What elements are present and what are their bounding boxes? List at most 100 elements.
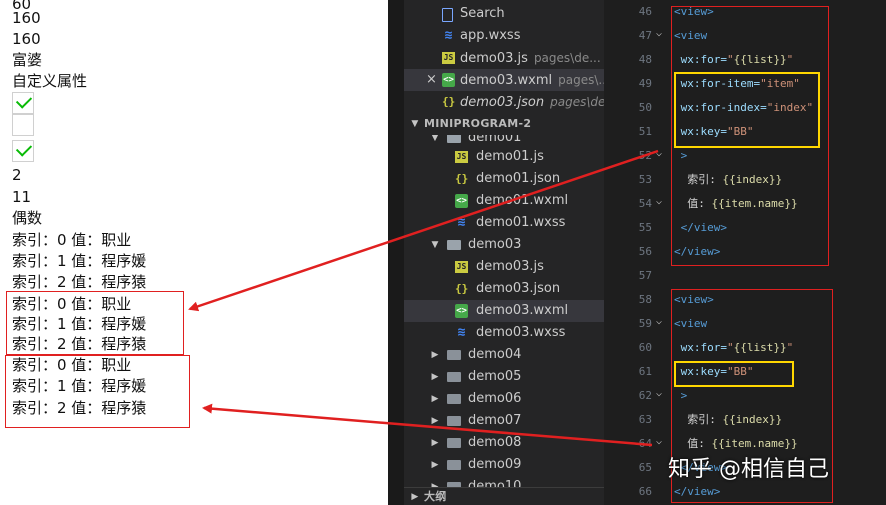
fold-chevron-icon[interactable]: ⌵ <box>656 148 662 159</box>
section-header-outline[interactable]: ▶ 大纲 <box>404 487 604 505</box>
tree-item-label: demo03.json <box>476 281 561 296</box>
chevron-right-icon: ▶ <box>431 372 439 382</box>
tree-file[interactable]: ≋ demo03.wxss <box>404 322 604 344</box>
line-number: 54 <box>638 197 652 210</box>
tree-item-label: demo06 <box>468 391 522 406</box>
highlight-box-wx-key <box>674 361 794 387</box>
tree-folder[interactable]: ▶ demo07 <box>404 410 604 432</box>
tree-item-label: demo04 <box>468 347 522 362</box>
open-editor-path: pages\de... <box>533 51 601 65</box>
tree-file[interactable]: {} demo01.json <box>404 168 604 190</box>
preview-text-line: 自定义属性 <box>12 72 88 90</box>
chevron-down-icon: ▼ <box>411 119 419 129</box>
tree-item-label: demo03 <box>468 237 522 252</box>
tree-folder[interactable]: ▼ demo03 <box>404 234 604 256</box>
tree-folder[interactable]: ▶ demo04 <box>404 344 604 366</box>
chevron-right-icon: ▶ <box>431 438 439 448</box>
line-number: 57 <box>638 269 652 282</box>
css-file-icon: ≋ <box>457 215 466 230</box>
line-number: 61 <box>638 365 652 378</box>
tree-file[interactable]: <> demo03.wxml <box>404 300 604 322</box>
preview-text-line: 富婆 <box>12 51 43 69</box>
open-editor-item[interactable]: JS demo03.js pages\de... <box>404 47 604 69</box>
folder-icon <box>447 460 461 470</box>
section-header-miniprogram[interactable]: ▼ MINIPROGRAM-2 <box>404 113 604 135</box>
preview-text-line: 索引：0 值：职业 <box>12 231 132 249</box>
open-editor-name: demo03.wxml <box>460 73 553 88</box>
open-editor-item[interactable]: Search <box>404 3 604 25</box>
css-file-icon: ≋ <box>457 325 466 340</box>
json-file-icon: {} <box>442 95 456 108</box>
tree-item-label: demo01.wxml <box>476 193 569 208</box>
folder-icon <box>447 350 461 360</box>
preview-text-line: 索引：1 值：程序媛 <box>12 252 147 270</box>
tree-item-label: demo01.json <box>476 171 561 186</box>
chevron-right-icon: ▶ <box>431 416 439 426</box>
chevron-down-icon: ▼ <box>431 240 439 250</box>
tree-item-label: demo03.js <box>476 259 544 274</box>
tree-item-label: demo03.wxml <box>476 303 569 318</box>
open-editor-item[interactable]: × <> demo03.wxml pages\... <box>404 69 604 91</box>
tree-item-label: demo03.wxss <box>476 325 566 340</box>
chevron-right-icon: ▶ <box>431 394 439 404</box>
js-file-icon: JS <box>442 52 455 64</box>
line-number: 55 <box>638 221 652 234</box>
fold-chevron-icon[interactable]: ⌵ <box>656 316 662 327</box>
js-file-icon: JS <box>455 151 468 163</box>
open-editor-item[interactable]: {} demo03.json pages\de... <box>404 91 604 113</box>
highlight-box-output-1 <box>6 291 184 355</box>
tree-folder[interactable]: ▶ demo05 <box>404 366 604 388</box>
folder-icon <box>447 416 461 426</box>
close-icon[interactable]: × <box>426 69 437 91</box>
checkmark-icon <box>15 140 33 157</box>
checkbox[interactable] <box>12 92 34 114</box>
checkmark-icon <box>15 92 33 109</box>
chevron-right-icon: ▶ <box>431 350 439 360</box>
tree-folder[interactable]: ▶ demo09 <box>404 454 604 476</box>
line-number: 65 <box>638 461 652 474</box>
js-file-icon: JS <box>455 261 468 273</box>
tree-folder[interactable]: ▶ demo06 <box>404 388 604 410</box>
preview-text-line: 偶数 <box>12 209 43 227</box>
tree-file[interactable]: JS demo03.js <box>404 256 604 278</box>
fold-chevron-icon[interactable]: ⌵ <box>656 436 662 447</box>
line-number: 52 <box>638 149 652 162</box>
fold-chevron-icon[interactable]: ⌵ <box>656 28 662 39</box>
wxml-file-icon: <> <box>455 304 468 318</box>
wxml-file-icon: <> <box>455 194 468 208</box>
checkbox[interactable] <box>12 114 34 136</box>
line-number: 59 <box>638 317 652 330</box>
section-title: MINIPROGRAM-2 <box>424 117 532 130</box>
tree-item-label: demo01.wxss <box>476 215 566 230</box>
line-number: 47 <box>638 29 652 42</box>
tree-file[interactable]: <> demo01.wxml <box>404 190 604 212</box>
open-editor-name: Search <box>460 6 505 21</box>
open-editor-path: pages\... <box>558 73 604 87</box>
line-number: 58 <box>638 293 652 306</box>
fold-chevron-icon[interactable]: ⌵ <box>656 388 662 399</box>
chevron-right-icon: ▶ <box>431 460 439 470</box>
tree-file[interactable]: JS demo01.js <box>404 146 604 168</box>
folder-icon <box>447 394 461 404</box>
open-editor-name: app.wxss <box>460 28 521 43</box>
open-editor-name: demo03.json <box>460 95 545 110</box>
tree-item-label: demo08 <box>468 435 522 450</box>
folder-open-icon <box>447 240 461 250</box>
tree-file[interactable]: ≋ demo01.wxss <box>404 212 604 234</box>
search-icon <box>442 8 453 22</box>
panel-divider[interactable] <box>388 0 404 505</box>
checkbox[interactable] <box>12 140 34 162</box>
tree-item-label: demo07 <box>468 413 522 428</box>
preview-text-line: 160 <box>12 9 41 27</box>
open-editor-path: pages\de... <box>550 95 604 109</box>
fold-chevron-icon[interactable]: ⌵ <box>656 196 662 207</box>
watermark: 知乎 @相信自己 <box>668 457 829 482</box>
open-editor-item[interactable]: ≋ app.wxss <box>404 25 604 47</box>
line-number: 51 <box>638 125 652 138</box>
json-file-icon: {} <box>455 172 469 185</box>
tree-folder[interactable]: ▶ demo08 <box>404 432 604 454</box>
tree-file[interactable]: {} demo03.json <box>404 278 604 300</box>
code-editor[interactable]: <view> <view wx:for="{{list}}" wx:for-ite… <box>670 0 886 505</box>
open-editor-name: demo03.js <box>460 51 528 66</box>
line-number: 50 <box>638 101 652 114</box>
